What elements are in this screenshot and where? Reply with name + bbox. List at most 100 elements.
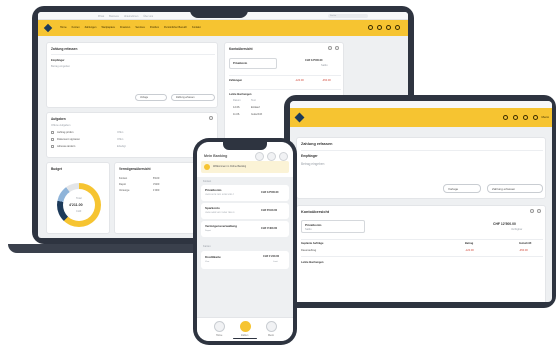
more-icon[interactable] [209,116,213,120]
card-amount: CHF 1'240.00 [263,255,280,258]
welcome-banner[interactable]: Willkommen im Online Banking [201,161,289,173]
menu-label[interactable]: Menü [541,115,549,119]
diamond-logo-icon[interactable] [294,112,305,123]
tab-label: Menü [268,334,274,337]
amount-field[interactable]: Betrag eingeben [51,65,70,68]
payment-amount: -120.00 [295,79,304,82]
laptop-camera-notch [190,6,248,18]
overview-card-title: Kontoübersicht [229,47,253,51]
nav-item[interactable]: Wertpapiere [101,26,115,29]
tx-text[interactable]: Einkauf [251,106,260,109]
task-status: Erledigt [117,145,126,148]
tasks-card-title: Aufgaben [51,117,66,121]
account-select[interactable]: Privatkonto [229,58,277,69]
user-icon[interactable] [533,115,538,120]
top-link[interactable]: Unternehmen [124,15,139,18]
top-link[interactable]: Business [109,15,119,18]
tab-label: Zahlen [241,334,249,337]
card-name: Kreditkarte [205,255,221,259]
search-input[interactable]: Suche [328,14,368,18]
user-icon[interactable] [395,25,400,30]
amount-field[interactable]: Betrag eingeben [301,162,324,166]
nav-item[interactable]: Services [135,26,145,29]
divider [301,256,543,257]
account-iban: CH56 0483 5012 3456 7800 9 [205,212,235,214]
task-checkbox[interactable] [51,131,54,134]
account-card[interactable]: Privatkonto CH93 0076 2011 6238 5295 7 C… [201,185,289,201]
home-indicator [233,337,257,339]
task-checkbox[interactable] [51,145,54,148]
budget-card: Budget Total 4'211.00 CHF [46,162,110,234]
tablet-payment-card: Zahlung erfassen Empfänger Betrag eingeb… [296,137,546,199]
tx-text[interactable]: Gutschrift [251,113,262,116]
account-amount: CHF 3'400.00 [261,227,278,230]
account-amount: CHF 8'100.00 [261,209,278,212]
tx-date: 11.06. [233,113,241,116]
account-select[interactable]: Privatkonto Saldo [301,220,365,233]
overview-card-title: Kontoübersicht [301,210,330,214]
order-name[interactable]: Dauerauftrag [301,249,316,252]
submit-payment-button[interactable]: Zahlung erfassen [487,184,543,193]
task-checkbox[interactable] [51,138,54,141]
mail-icon[interactable] [377,25,382,30]
divider [51,54,215,55]
nav-item[interactable]: Persönlicher Bereich [164,26,187,29]
submit-payment-button[interactable]: Zahlung erfassen [171,94,215,101]
task-name: Dokument signieren [57,138,81,141]
top-link[interactable]: Privat [98,15,104,18]
account-select-label: Privatkonto [305,223,322,227]
nav-item[interactable]: Konten [72,26,80,29]
top-link[interactable]: Über uns [143,15,153,18]
template-button[interactable]: Vorlage [443,184,481,193]
nav-icons [503,115,538,120]
asset-value: 8'100 [153,177,160,180]
mail-icon[interactable] [513,115,518,120]
transactions-label: Letzte Buchungen [301,261,324,264]
nav-item[interactable]: Zahlungen [85,26,97,29]
account-amount: CHF 12'500.00 [261,191,279,194]
bell-icon[interactable] [503,115,508,120]
template-button[interactable]: Vorlage [135,94,167,101]
donut-value: 4'211.00 [69,203,83,207]
payment-icon[interactable] [240,321,251,332]
tablet-top-strip [290,101,552,108]
tx-date: 12.06. [233,106,241,109]
grid-icon[interactable] [255,152,264,161]
task-name: Adresse ändern [57,145,76,148]
account-card[interactable]: Vermögensverwaltung Depot CHF 3'400.00 [201,221,289,237]
bell-icon[interactable] [368,25,373,30]
divider [229,89,341,90]
balance-value: CHF 12'500.00 [493,222,516,226]
tasks-header: Offene Aufgaben [51,124,71,127]
menu-icon[interactable] [266,321,277,332]
settings-icon[interactable] [386,25,391,30]
home-icon[interactable] [214,321,225,332]
more-icon[interactable] [537,209,541,213]
budget-card-title: Budget [51,167,62,171]
tablet-overview-card: Kontoübersicht Privatkonto Saldo CHF 12'… [296,205,546,302]
payment-card-title: Zahlung erfassen [51,47,78,51]
divider [301,150,543,151]
diamond-logo-icon[interactable] [43,23,53,33]
phone-notch [223,142,267,150]
more-icon[interactable] [335,46,339,50]
nav-items: Home Konten Zahlungen Wertpapiere Finanz… [60,26,201,29]
nav-item[interactable]: Finanzen [120,26,130,29]
payment-card: Zahlung erfassen Empfänger Betrag eingeb… [46,42,218,108]
phone-title: Mein Banking [204,154,228,158]
settings-icon[interactable] [523,115,528,120]
nav-item[interactable]: Home [60,26,67,29]
bell-icon[interactable] [267,152,276,161]
accounts-section-label: Konten [203,180,212,183]
credit-card-item[interactable]: Kreditkarte Visa CHF 1'240.00 Limit [201,251,289,269]
user-icon[interactable] [279,152,288,161]
nav-item[interactable]: Postbox [150,26,159,29]
account-card[interactable]: Sparkonto CH56 0483 5012 3456 7800 9 CHF… [201,203,289,219]
nav-icons [368,25,400,30]
recipient-label: Empfänger [301,154,318,158]
col-header: Geplante Aufträge [301,242,324,245]
top-links: Privat Business Unternehmen Über uns [98,15,153,18]
nav-item[interactable]: Kontakt [192,26,200,29]
settings-icon[interactable] [530,209,534,213]
settings-icon[interactable] [328,46,332,50]
